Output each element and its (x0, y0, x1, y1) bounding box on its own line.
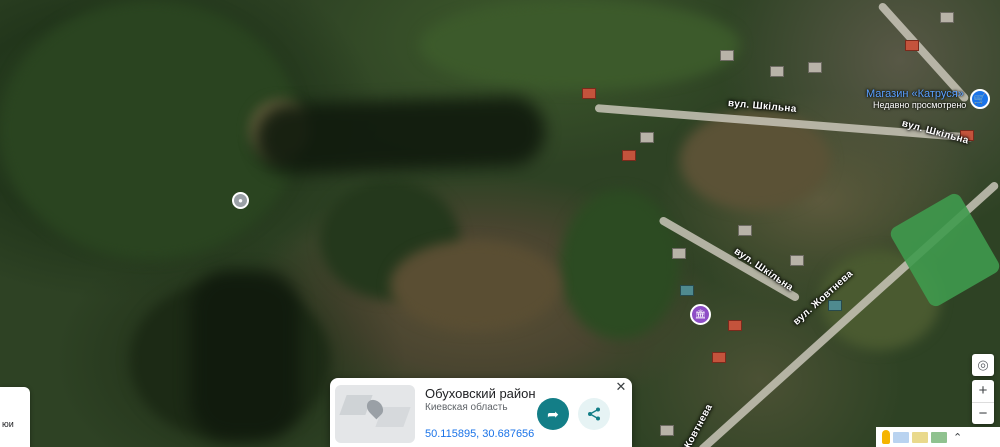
building (770, 66, 784, 77)
my-location-button[interactable]: ◎ (972, 354, 994, 376)
place-thumbnail[interactable] (335, 385, 415, 443)
building (640, 132, 654, 143)
building (622, 150, 636, 161)
layer-thumbnail[interactable] (893, 431, 909, 443)
layers-strip: ⌃ (876, 427, 1000, 447)
chevron-up-icon[interactable]: ⌃ (953, 431, 962, 444)
building (808, 62, 822, 73)
zoom-control: + − (972, 380, 994, 424)
building (660, 425, 674, 436)
place-coordinates[interactable]: 50.115895, 30.687656 (425, 428, 534, 440)
close-icon[interactable]: ✕ (614, 380, 628, 394)
building (712, 352, 726, 363)
field-area (390, 240, 560, 330)
zoom-out-button[interactable]: − (972, 403, 994, 425)
place-info-card[interactable]: Обуховский район Киевская область 50.115… (330, 378, 632, 447)
place-title: Обуховский район (425, 386, 536, 401)
poi-shop-status: Недавно просмотрено (873, 100, 967, 110)
share-button[interactable] (578, 398, 610, 430)
building (680, 285, 694, 296)
layer-thumbnail[interactable] (931, 431, 947, 443)
building (672, 248, 686, 259)
museum-icon[interactable]: 🏛 (690, 304, 711, 325)
layer-thumbnail[interactable] (912, 431, 928, 443)
building (728, 320, 742, 331)
side-card-text: юи (2, 419, 14, 429)
terrain-shadow (253, 94, 547, 176)
place-marker-icon[interactable]: ● (232, 192, 249, 209)
building (720, 50, 734, 61)
place-subtitle: Киевская область (425, 402, 508, 413)
directions-button[interactable]: ➦ (537, 398, 569, 430)
building (940, 12, 954, 23)
satellite-map[interactable]: вул. Шкільна вул. Шкільна вул. Шкільна в… (0, 0, 1000, 447)
building (790, 255, 804, 266)
terrain-shadow (190, 270, 300, 440)
zoom-in-button[interactable]: + (972, 380, 994, 403)
building (828, 300, 842, 311)
building (582, 88, 596, 99)
location-icon: ◎ (977, 357, 989, 372)
poi-shop-name[interactable]: Магазин «Катруся» (866, 88, 964, 100)
forest-area (560, 190, 680, 340)
shopping-cart-icon[interactable]: 🛒 (970, 89, 990, 109)
directions-icon: ➦ (547, 405, 559, 422)
side-card[interactable]: юи (0, 387, 30, 447)
building (905, 40, 919, 51)
building (738, 225, 752, 236)
pegman-icon[interactable] (882, 430, 890, 444)
forest-area (420, 0, 740, 90)
share-icon (588, 407, 600, 421)
